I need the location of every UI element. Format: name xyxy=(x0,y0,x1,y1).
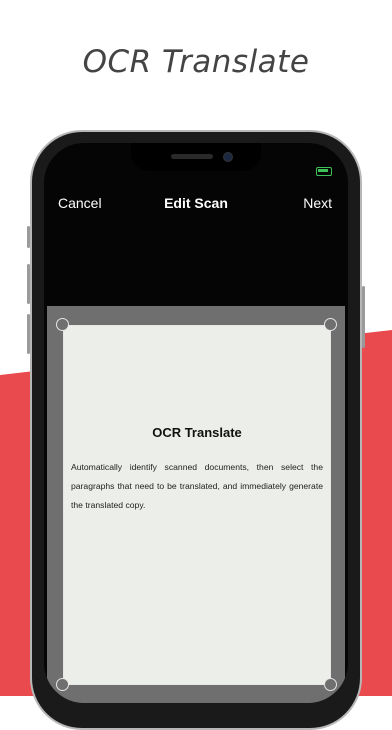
navigation-bar: Cancel Edit Scan Next xyxy=(44,193,348,217)
next-button[interactable]: Next xyxy=(303,195,332,211)
crop-frame xyxy=(63,325,331,685)
power-button xyxy=(362,286,365,348)
notch xyxy=(131,143,261,171)
phone-screen: Cancel Edit Scan Next OCR Translate Auto… xyxy=(44,143,348,703)
headline: OCR Translate xyxy=(82,44,310,80)
scan-area: OCR Translate Automatically identify sca… xyxy=(47,306,345,703)
volume-down-button xyxy=(27,314,30,354)
speaker-grille xyxy=(171,154,213,159)
battery-icon xyxy=(316,167,332,176)
crop-handle-bottom-right[interactable] xyxy=(324,678,337,691)
front-camera-icon xyxy=(223,152,233,162)
volume-up-button xyxy=(27,264,30,304)
crop-handle-top-right[interactable] xyxy=(324,318,337,331)
silent-switch xyxy=(27,226,30,248)
crop-handle-bottom-left[interactable] xyxy=(56,678,69,691)
crop-handle-top-left[interactable] xyxy=(56,318,69,331)
